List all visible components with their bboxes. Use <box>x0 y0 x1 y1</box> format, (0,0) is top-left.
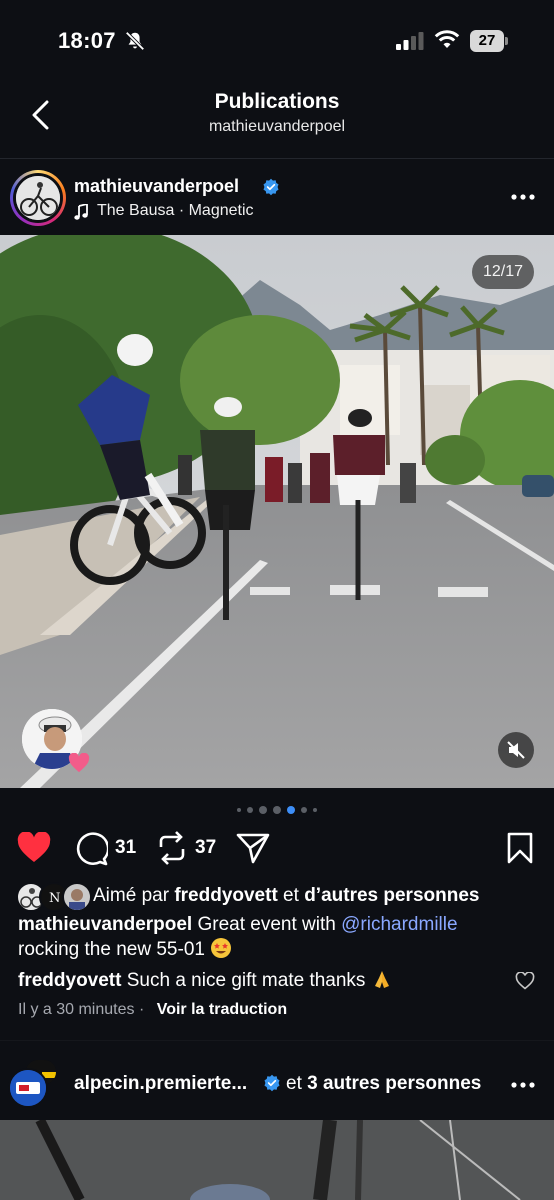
carousel-dot <box>313 808 317 812</box>
post2-username[interactable]: alpecin.premierte... <box>74 1073 247 1095</box>
more-options-icon[interactable] <box>510 190 536 204</box>
music-note-icon <box>74 204 88 220</box>
carousel-dot <box>301 807 307 813</box>
like-heart-icon[interactable] <box>16 832 52 864</box>
comment-item: freddyovett Such a nice gift mate thanks <box>18 968 518 993</box>
caption-mention[interactable]: @richardmille <box>341 914 457 935</box>
see-translation-link[interactable]: Voir la traduction <box>157 1001 287 1018</box>
page-title: Publications <box>214 90 340 113</box>
cyclists-photo <box>0 235 554 788</box>
carousel-dot <box>273 806 281 814</box>
liker-username[interactable]: freddyovett <box>174 885 277 906</box>
status-time: 18:07 <box>58 28 116 53</box>
comment-count: 31 <box>115 837 137 858</box>
carousel-dots <box>0 804 554 816</box>
caption-username[interactable]: mathieuvanderpoel <box>18 914 192 935</box>
page-subtitle: mathieuvanderpoel <box>208 118 346 135</box>
music-track[interactable]: The Bausa · Magnetic <box>97 202 254 220</box>
carousel-dot <box>237 808 241 812</box>
post2-collaborators[interactable]: et 3 autres personnes <box>286 1073 481 1095</box>
post-username[interactable]: mathieuvanderpoel <box>74 176 239 197</box>
post-caption: mathieuvanderpoel Great event with @rich… <box>18 914 458 960</box>
verified-badge-icon <box>263 178 279 196</box>
avatar <box>16 176 60 220</box>
status-bar: 18:07 27 <box>0 0 554 80</box>
signal-icon <box>396 32 424 50</box>
heart-badge-icon <box>68 753 90 773</box>
mute-button[interactable] <box>498 732 534 768</box>
carousel-dot <box>247 807 253 813</box>
post2-image <box>0 1120 554 1200</box>
speaker-muted-icon <box>507 741 525 759</box>
post2-photo[interactable] <box>0 1120 554 1200</box>
battery-level: 27 <box>470 30 504 52</box>
carousel-dot-active <box>287 806 295 814</box>
image-counter: 12/17 <box>472 255 534 289</box>
share-send-icon[interactable] <box>236 832 270 864</box>
post-timestamp: Il y a 30 minutes · Voir la traduction <box>18 1001 288 1018</box>
liked-by-text: Aimé par freddyovett et d’autres personn… <box>93 885 480 906</box>
top-nav: Publications mathieuvanderpoel <box>0 80 554 158</box>
nav-divider <box>0 158 554 159</box>
wifi-icon <box>434 30 460 48</box>
more-options-icon[interactable] <box>510 1078 536 1092</box>
carousel-dot <box>259 806 267 814</box>
praying-hands-emoji-icon <box>374 971 389 988</box>
liked-by-line[interactable]: N Aimé par freddyovett et d’autres perso… <box>0 882 554 912</box>
post2-avatar[interactable] <box>8 1068 48 1108</box>
svg-text:N: N <box>49 891 60 906</box>
bell-slash-icon <box>125 31 145 51</box>
star-struck-emoji-icon <box>211 938 232 958</box>
comment-icon[interactable] <box>74 832 108 866</box>
repost-icon[interactable] <box>156 831 188 865</box>
post2-header: alpecin.premierte... et 3 autres personn… <box>0 1058 554 1110</box>
post-header: mathieuvanderpoel The Bausa · Magnetic <box>0 168 554 230</box>
bookmark-icon[interactable] <box>506 832 534 864</box>
battery-icon: 27 <box>470 30 508 52</box>
repost-count: 37 <box>195 837 217 858</box>
verified-badge-icon <box>264 1074 280 1092</box>
liker-avatar <box>62 882 92 912</box>
post-photo[interactable]: 12/17 <box>0 235 554 788</box>
post-divider <box>0 1040 554 1041</box>
story-ring[interactable] <box>10 170 66 226</box>
comment-like-heart-icon[interactable] <box>515 972 535 990</box>
comment-username[interactable]: freddyovett <box>18 970 121 991</box>
post-actions: 31 37 <box>0 828 554 868</box>
